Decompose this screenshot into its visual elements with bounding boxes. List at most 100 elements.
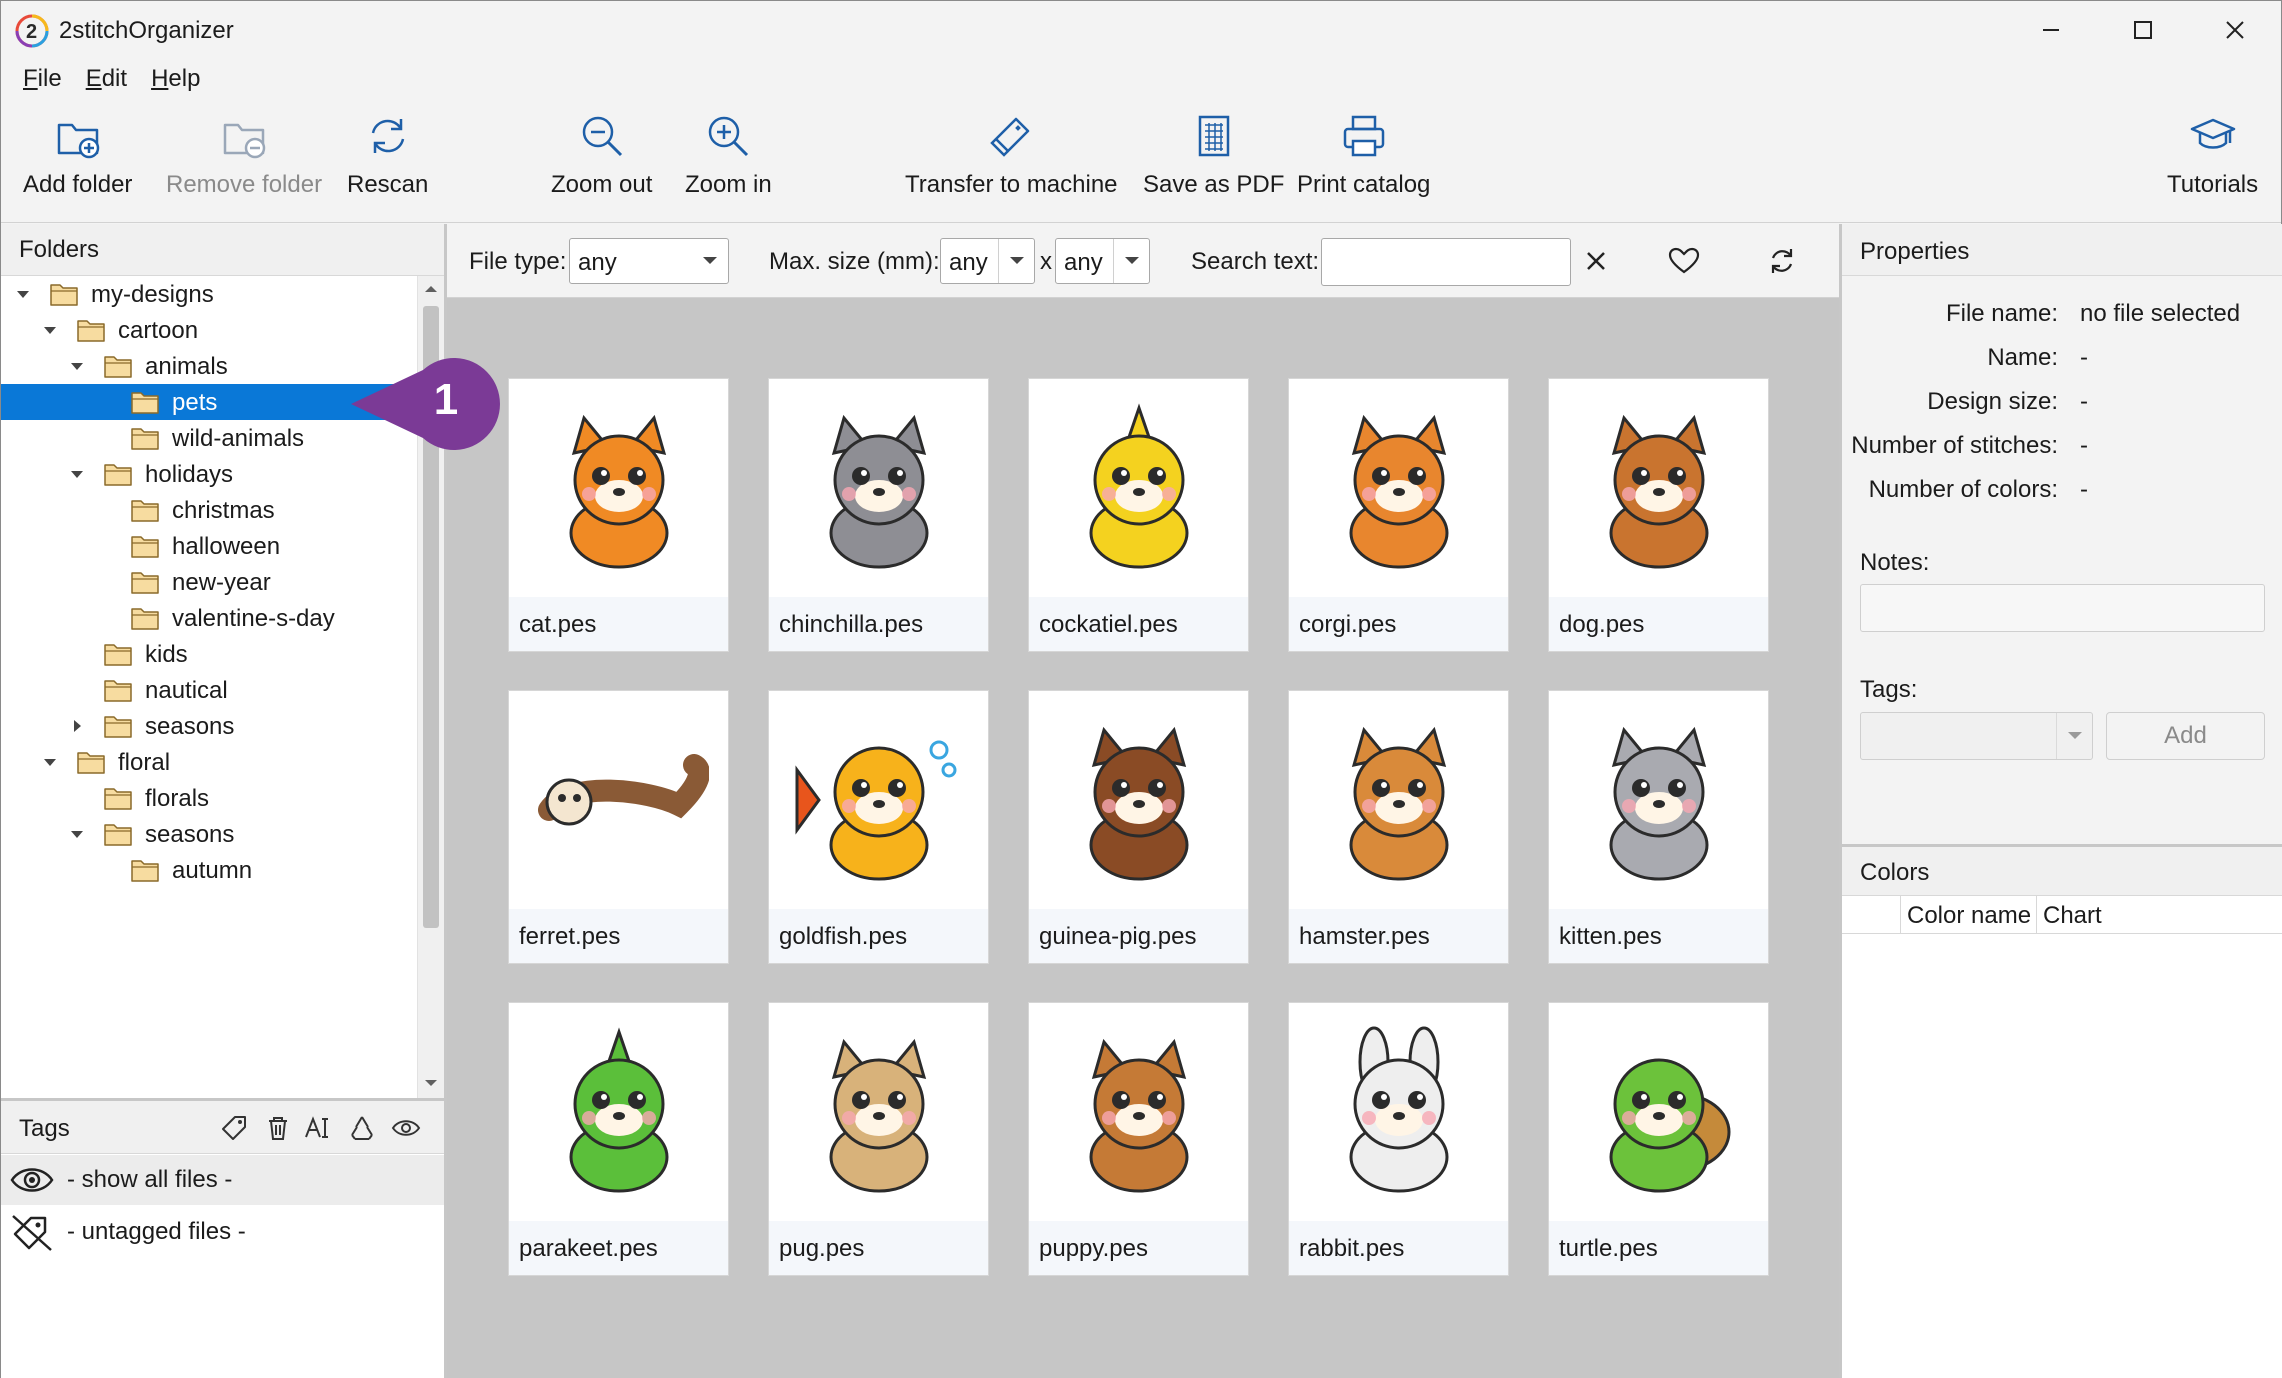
graduation-cap-icon [2190,118,2235,149]
design-thumbnail [769,379,988,597]
design-card-turtle[interactable]: turtle.pes [1548,1002,1769,1276]
colors-header: Colors [1842,844,2282,896]
favorite-heart-icon[interactable] [1667,244,1701,278]
rescan-button[interactable]: Rescan [347,111,428,217]
eye-icon[interactable] [391,1113,421,1143]
design-card-puppy[interactable]: puppy.pes [1028,1002,1249,1276]
expand-arrow-icon[interactable] [69,358,85,374]
refresh-icon[interactable] [1765,244,1799,278]
design-card-hamster[interactable]: hamster.pes [1288,690,1509,964]
folder-icon [104,788,132,810]
folder-item-floral[interactable]: floral [1,744,417,780]
tags-dropdown[interactable] [2056,713,2092,759]
design-card-parakeet[interactable]: parakeet.pes [508,1002,729,1276]
max-width-select[interactable]: any [940,238,1035,284]
print-catalog-label: Print catalog [1297,171,1431,198]
folder-label: wild-animals [172,425,305,452]
file-type-select[interactable]: any [569,238,729,284]
guinea-pig-icon [1089,726,1188,881]
zoom-out-button[interactable]: Zoom out [551,111,652,217]
design-card-kitten[interactable]: kitten.pes [1548,690,1769,964]
design-card-cat[interactable]: cat.pes [508,378,729,652]
filter-bar: File type: any Max. size (mm): any x any [447,224,1839,298]
max-width-dropdown[interactable] [998,239,1034,283]
maximize-button[interactable] [2097,1,2189,59]
expand-arrow-icon[interactable] [42,322,58,338]
notes-field[interactable] [1860,584,2265,632]
minimize-button[interactable] [2005,1,2097,59]
col-swatch[interactable] [1842,896,1900,934]
folder-item-nautical[interactable]: nautical [1,672,417,708]
hamster-icon [1349,726,1448,881]
expand-arrow-icon[interactable] [15,286,31,302]
folder-item-seasons[interactable]: seasons [1,816,417,852]
col-color-name[interactable]: Color name [1900,896,2036,934]
add-tag-button[interactable]: Add [2106,712,2265,760]
close-button[interactable] [2189,1,2281,59]
folder-item-cartoon[interactable]: cartoon [1,312,417,348]
design-card-guinea-pig[interactable]: guinea-pig.pes [1028,690,1249,964]
folder-item-halloween[interactable]: halloween [1,528,417,564]
max-height-select[interactable]: any [1055,238,1150,284]
print-catalog-button[interactable]: Print catalog [1297,111,1430,217]
max-height-dropdown[interactable] [1113,239,1149,283]
design-card-rabbit[interactable]: rabbit.pes [1288,1002,1509,1276]
design-thumbnail [509,1003,728,1221]
folder-label: seasons [145,821,235,848]
design-card-cockatiel[interactable]: cockatiel.pes [1028,378,1249,652]
tag-untagged[interactable]: - untagged files - [1,1207,444,1257]
printer-icon [1343,115,1384,157]
zoom-in-button[interactable]: Zoom in [685,111,772,217]
design-thumbnail [1289,1003,1508,1221]
menu-file[interactable]: File [11,65,74,93]
design-card-goldfish[interactable]: goldfish.pes [768,690,989,964]
design-thumbnail [1549,379,1768,597]
tutorials-button[interactable]: Tutorials [2167,111,2258,217]
folder-item-kids[interactable]: kids [1,636,417,672]
corgi-icon [1349,414,1448,569]
maximize-icon [2134,21,2152,39]
trash-icon[interactable] [263,1113,293,1143]
design-card-chinchilla[interactable]: chinchilla.pes [768,378,989,652]
clear-search-icon[interactable] [1579,244,1613,278]
folder-item-new-year[interactable]: new-year [1,564,417,600]
search-text-label: Search text: [1191,248,1320,275]
save-pdf-button[interactable]: Save as PDF [1143,111,1284,217]
col-chart[interactable]: Chart [2036,896,2282,934]
design-filename: dog.pes [1549,597,1768,651]
tag-show-all[interactable]: - show all files - [1,1155,444,1205]
remove-folder-button[interactable]: Remove folder [166,111,322,217]
folder-item-autumn[interactable]: autumn [1,852,417,888]
design-card-dog[interactable]: dog.pes [1548,378,1769,652]
folder-item-valentine-s-day[interactable]: valentine-s-day [1,600,417,636]
scroll-up-icon[interactable] [422,280,440,298]
folder-label: kids [145,641,188,668]
expand-arrow-icon[interactable] [42,754,58,770]
folder-icon [131,608,159,630]
design-card-pug[interactable]: pug.pes [768,1002,989,1276]
prop-value: - [2080,476,2088,503]
folder-item-holidays[interactable]: holidays [1,456,417,492]
collapse-arrow-icon[interactable] [69,718,85,734]
folder-item-florals[interactable]: florals [1,780,417,816]
menu-edit[interactable]: Edit [74,65,139,93]
expand-arrow-icon[interactable] [69,826,85,842]
folder-item-my-designs[interactable]: my-designs [1,276,417,312]
rename-icon[interactable] [303,1113,333,1143]
folder-item-seasons[interactable]: seasons [1,708,417,744]
search-input[interactable] [1321,238,1571,286]
design-card-ferret[interactable]: ferret.pes [508,690,729,964]
file-type-dropdown[interactable] [692,239,728,283]
menu-help[interactable]: Help [139,65,212,93]
design-card-corgi[interactable]: corgi.pes [1288,378,1509,652]
remove-folder-icon [223,123,266,159]
prop-key: Number of colors: [1868,476,2058,503]
tags-select[interactable] [1860,712,2093,760]
transfer-button[interactable]: Transfer to machine [905,111,1118,217]
folder-item-christmas[interactable]: christmas [1,492,417,528]
add-folder-button[interactable]: Add folder [23,111,132,217]
recycle-icon[interactable] [347,1113,377,1143]
tag-icon[interactable] [219,1113,249,1143]
scroll-down-icon[interactable] [422,1074,440,1092]
expand-arrow-icon[interactable] [69,466,85,482]
